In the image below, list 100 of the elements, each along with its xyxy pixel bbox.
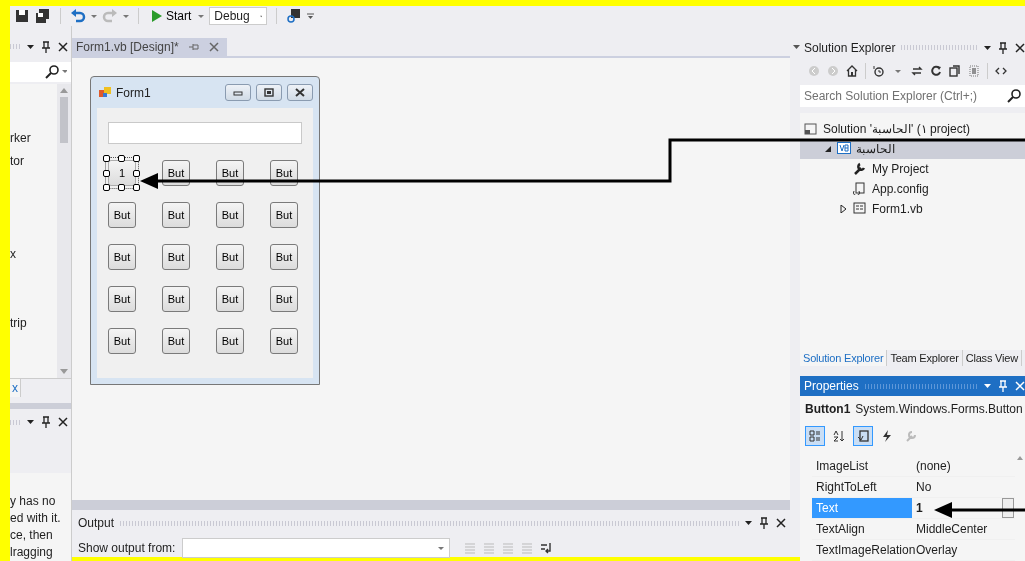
form-button[interactable]: But	[216, 328, 244, 354]
toolbox-item[interactable]: tor	[10, 153, 24, 168]
tree-item[interactable]: App.config	[800, 178, 1025, 199]
sync-icon[interactable]	[911, 64, 923, 77]
dropdown-icon[interactable]	[745, 521, 752, 525]
dropdown-icon[interactable]	[27, 44, 34, 49]
scrollbar-thumb[interactable]	[60, 96, 68, 143]
property-value[interactable]: MiddleCenter	[912, 519, 1015, 539]
pin-icon[interactable]	[40, 416, 52, 429]
expand-icon[interactable]	[839, 204, 847, 213]
form-button[interactable]: But	[216, 244, 244, 270]
pin-icon[interactable]	[758, 517, 770, 529]
properties-icon[interactable]	[857, 430, 869, 443]
history-icon[interactable]	[873, 64, 885, 77]
form-button[interactable]: But	[108, 286, 136, 312]
description-text: ed with it.	[10, 510, 62, 527]
object-name: Button1	[805, 402, 851, 417]
resize-handle[interactable]	[103, 155, 110, 162]
resize-handle[interactable]	[133, 155, 140, 162]
alphabetical-icon[interactable]	[833, 430, 845, 443]
refresh-icon[interactable]	[930, 64, 942, 77]
form-button[interactable]: But	[270, 202, 298, 228]
dropdown-icon[interactable]	[793, 45, 800, 49]
tree-item[interactable]: Solution 'الحاسبة' (١ project)	[800, 118, 1025, 139]
panel-tab[interactable]: Team Explorer	[887, 350, 963, 367]
tree-item[interactable]: My Project	[800, 158, 1025, 179]
search-field[interactable]: Search Solution Explorer (Ctrl+;)	[800, 84, 1025, 107]
close-icon[interactable]	[58, 417, 68, 428]
close-icon	[293, 87, 307, 98]
close-icon[interactable]	[776, 518, 786, 528]
form-title: Form1	[116, 85, 152, 100]
property-value[interactable]: (none)	[912, 456, 1015, 476]
form-button[interactable]: But	[162, 244, 190, 270]
pin-icon[interactable]	[997, 41, 1009, 54]
output-source-label: Show output from:	[78, 541, 176, 555]
solution-icon	[804, 122, 818, 136]
files-icon[interactable]	[968, 64, 980, 77]
close-icon[interactable]	[58, 41, 68, 52]
configuration-dropdown[interactable]: Debug	[209, 7, 268, 25]
property-name[interactable]: ImageList	[812, 456, 912, 476]
config-icon	[853, 182, 867, 196]
overflow-icon[interactable]	[307, 13, 315, 19]
form-button[interactable]: But	[270, 286, 298, 312]
dropdown-icon[interactable]	[984, 45, 991, 50]
dropdown-icon[interactable]	[27, 420, 34, 425]
search-field[interactable]	[10, 61, 71, 82]
toolbox-item[interactable]: rker	[10, 130, 31, 145]
form-icon	[99, 86, 111, 99]
undo-icon[interactable]	[70, 9, 86, 23]
property-value[interactable]: No	[912, 477, 1015, 497]
toolbox-item[interactable]: x	[10, 246, 16, 261]
form-button[interactable]: But	[162, 286, 190, 312]
minimize-button[interactable]	[225, 84, 251, 101]
save-all-icon[interactable]	[35, 8, 51, 24]
value-dropdown-button[interactable]	[1002, 498, 1014, 518]
form-button[interactable]: But	[216, 202, 244, 228]
search-icon	[45, 64, 59, 79]
close-icon[interactable]	[1015, 42, 1025, 53]
panel-title: Properties	[804, 379, 859, 394]
form-button[interactable]: But	[216, 286, 244, 312]
form-button[interactable]: But	[108, 328, 136, 354]
panel-tab[interactable]: Class View	[962, 350, 1022, 367]
form-button[interactable]: But	[270, 244, 298, 270]
maximize-button[interactable]	[256, 84, 282, 101]
start-button[interactable]: Start	[148, 9, 194, 23]
resize-handle[interactable]	[118, 155, 125, 162]
collapse-icon[interactable]	[823, 144, 831, 153]
form-button[interactable]: 1	[108, 160, 136, 186]
form-button[interactable]: But	[270, 328, 298, 354]
form-button[interactable]: But	[108, 202, 136, 228]
property-value[interactable]: 1	[912, 498, 923, 518]
close-button[interactable]	[287, 84, 313, 101]
pin-icon[interactable]	[40, 40, 52, 53]
toolbox-item[interactable]: trip	[10, 315, 27, 330]
property-name[interactable]: RightToLeft	[812, 477, 912, 497]
property-name[interactable]: TextAlign	[812, 519, 912, 539]
scroll-up-icon[interactable]	[1017, 456, 1023, 460]
form-button[interactable]: But	[162, 328, 190, 354]
panel-tab[interactable]: Solution Explorer	[800, 350, 888, 367]
resize-handle[interactable]	[118, 184, 125, 191]
settings-icon	[853, 162, 867, 176]
form-button[interactable]: But	[108, 244, 136, 270]
caret-icon[interactable]	[198, 14, 205, 18]
form-button[interactable]: But	[162, 202, 190, 228]
search-icon	[1007, 88, 1021, 103]
lightning-icon[interactable]	[881, 430, 893, 443]
tree-item[interactable]: Form1.vb	[800, 198, 1025, 219]
collapse-all-icon[interactable]	[949, 64, 961, 77]
description-text: y has no	[10, 493, 57, 510]
home-icon[interactable]	[846, 64, 858, 77]
caret-icon[interactable]	[91, 14, 97, 18]
attach-icon[interactable]	[286, 8, 303, 24]
description-text: lragging	[10, 544, 54, 561]
caret-icon[interactable]	[123, 14, 129, 18]
panel-tab[interactable]: x	[10, 378, 21, 398]
caret-icon	[438, 546, 445, 550]
panel-title: Solution Explorer	[804, 40, 896, 55]
save-icon[interactable]	[14, 8, 30, 24]
categorized-icon[interactable]	[809, 430, 821, 443]
object-type: System.Windows.Forms.Button	[855, 402, 1023, 417]
